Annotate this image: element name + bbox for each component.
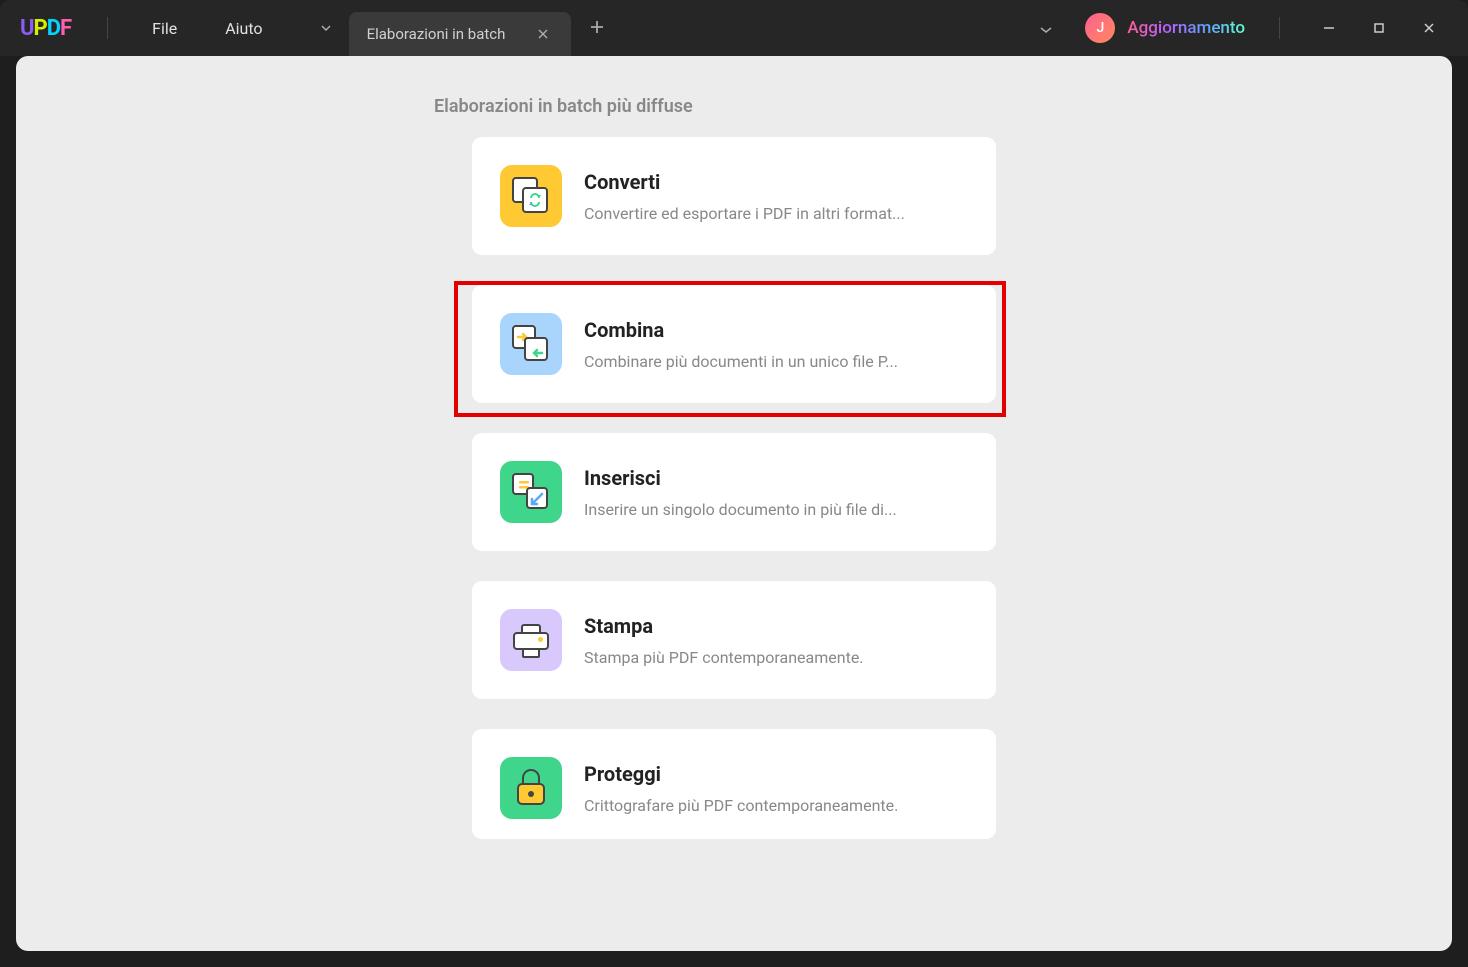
new-tab-button[interactable]	[571, 16, 623, 40]
tab-close-button[interactable]	[533, 24, 553, 44]
chevron-down-icon	[321, 25, 331, 31]
print-icon	[500, 609, 562, 671]
app-window: UPDF File Aiuto Elaborazioni in batch	[0, 0, 1468, 967]
combine-icon	[500, 313, 562, 375]
card-desc: Inserire un singolo documento in più fil…	[584, 500, 897, 519]
tab-batch[interactable]: Elaborazioni in batch	[349, 12, 572, 56]
tab-area: Elaborazioni in batch	[311, 0, 624, 56]
card-wrapper-convert: Converti Convertire ed esportare i PDF i…	[472, 137, 996, 255]
card-title: Proteggi	[584, 762, 898, 786]
card-desc: Crittografare più PDF contemporaneamente…	[584, 796, 898, 815]
card-wrapper-protect: Proteggi Crittografare più PDF contempor…	[472, 729, 996, 839]
insert-icon	[500, 461, 562, 523]
tab-dropdown-button[interactable]	[311, 13, 341, 43]
maximize-icon	[1373, 22, 1385, 34]
content-area: Elaborazioni in batch più diffuse Conver…	[16, 56, 1452, 951]
card-list: Converti Convertire ed esportare i PDF i…	[16, 137, 1452, 839]
titlebar-right: J Aggiornamento	[1025, 8, 1454, 48]
window-controls	[1304, 8, 1454, 48]
card-wrapper-combine: Combina Combinare più documenti in un un…	[472, 285, 996, 403]
tab-title: Elaborazioni in batch	[367, 25, 506, 43]
card-wrapper-insert: Inserisci Inserire un singolo documento …	[472, 433, 996, 551]
convert-icon	[500, 165, 562, 227]
close-icon	[1422, 21, 1436, 35]
divider	[1279, 17, 1280, 39]
plus-icon	[589, 19, 605, 35]
card-text: Stampa Stampa più PDF contemporaneamente…	[584, 614, 864, 667]
card-combine[interactable]: Combina Combinare più documenti in un un…	[472, 285, 996, 403]
titlebar: UPDF File Aiuto Elaborazioni in batch	[0, 0, 1468, 56]
card-protect[interactable]: Proteggi Crittografare più PDF contempor…	[472, 729, 996, 839]
card-insert[interactable]: Inserisci Inserire un singolo documento …	[472, 433, 996, 551]
close-icon	[537, 28, 549, 40]
upgrade-link[interactable]: Aggiornamento	[1127, 18, 1245, 38]
user-avatar[interactable]: J	[1085, 13, 1115, 43]
card-title: Stampa	[584, 614, 864, 638]
card-text: Converti Convertire ed esportare i PDF i…	[584, 170, 905, 223]
card-desc: Combinare più documenti in un unico file…	[584, 352, 898, 371]
card-print[interactable]: Stampa Stampa più PDF contemporaneamente…	[472, 581, 996, 699]
card-desc: Stampa più PDF contemporaneamente.	[584, 648, 864, 667]
minimize-icon	[1322, 21, 1336, 35]
divider	[107, 17, 108, 39]
card-wrapper-print: Stampa Stampa più PDF contemporaneamente…	[472, 581, 996, 699]
card-title: Converti	[584, 170, 905, 194]
menu-help[interactable]: Aiuto	[205, 11, 282, 46]
card-convert[interactable]: Converti Convertire ed esportare i PDF i…	[472, 137, 996, 255]
menu-file[interactable]: File	[132, 11, 197, 46]
chevron-down-icon	[1039, 26, 1053, 34]
card-text: Proteggi Crittografare più PDF contempor…	[584, 762, 898, 815]
window-dropdown-button[interactable]	[1025, 11, 1067, 46]
card-text: Combina Combinare più documenti in un un…	[584, 318, 898, 371]
card-title: Inserisci	[584, 466, 897, 490]
card-text: Inserisci Inserire un singolo documento …	[584, 466, 897, 519]
minimize-button[interactable]	[1304, 8, 1354, 48]
close-window-button[interactable]	[1404, 8, 1454, 48]
section-title: Elaborazioni in batch più diffuse	[434, 96, 1452, 117]
maximize-button[interactable]	[1354, 8, 1404, 48]
app-logo: UPDF	[20, 16, 71, 41]
card-title: Combina	[584, 318, 898, 342]
protect-icon	[500, 757, 562, 819]
card-desc: Convertire ed esportare i PDF in altri f…	[584, 204, 905, 223]
